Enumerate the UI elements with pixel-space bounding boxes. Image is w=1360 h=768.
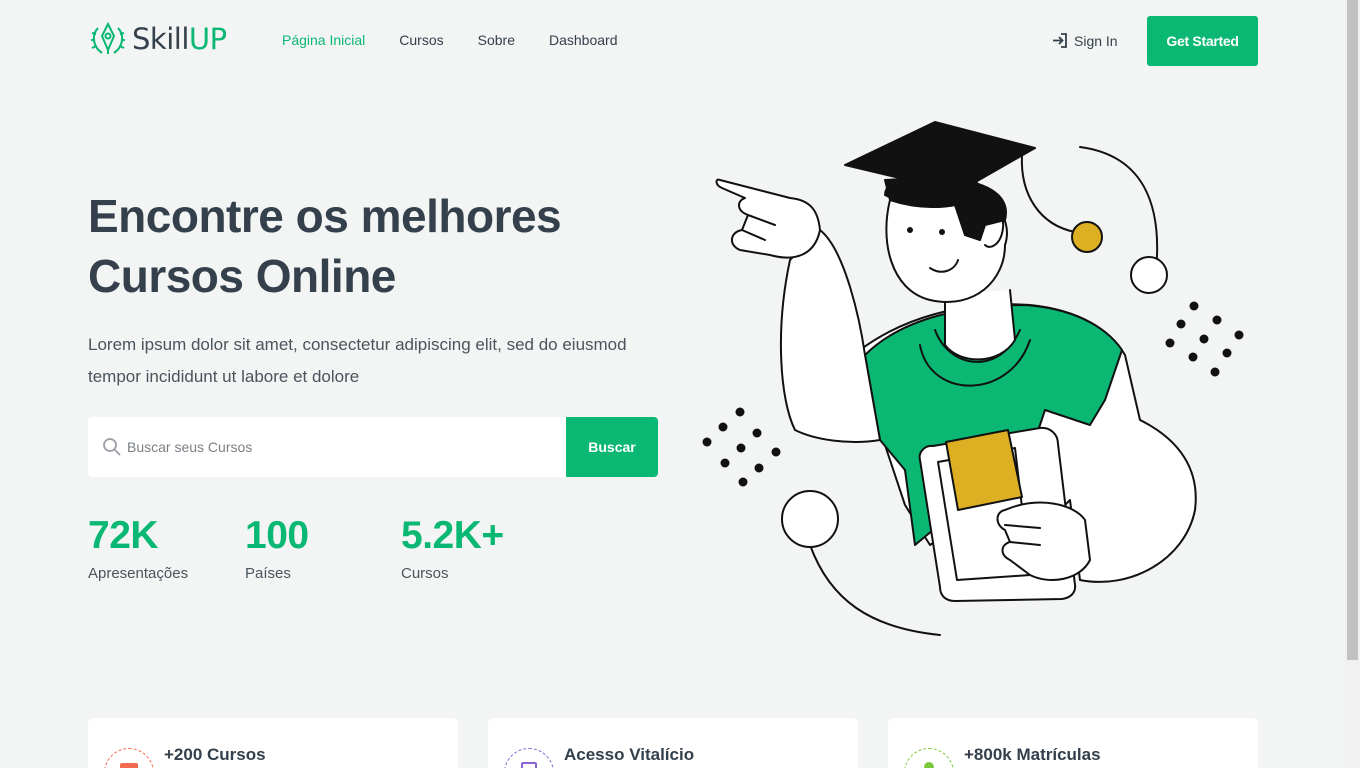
hero-subtitle: Lorem ipsum dolor sit amet, consectetur … (88, 335, 627, 386)
search-input[interactable] (127, 417, 557, 477)
sign-in-label: Sign In (1074, 32, 1118, 49)
feature-card-cursos: +200 Cursos (88, 718, 458, 768)
laurel-pen-icon (91, 21, 125, 54)
stat-value: 100 (245, 514, 309, 557)
course-icon (104, 748, 154, 768)
stat-label: Apresentações (88, 565, 189, 582)
hero-title-line1: Encontre os melhores (88, 190, 562, 242)
nav-item-dashboard[interactable]: Dashboard (549, 32, 618, 48)
hero-title-line2: Cursos Online (88, 250, 396, 302)
search-box: Buscar (88, 417, 658, 477)
stat-apresentacoes: 72K Apresentações (88, 512, 238, 582)
stat-value: 5.2K+ (401, 514, 504, 557)
logo-text: SkillUP (132, 22, 227, 56)
scrollbar-thumb[interactable] (1347, 0, 1358, 660)
main-nav: Página Inicial Cursos Sobre Dashboard (282, 32, 652, 48)
stat-value: 72K (88, 514, 159, 557)
graduate-student-illustration (702, 121, 1244, 636)
nav-item-cursos[interactable]: Cursos (399, 32, 443, 48)
stat-label: Cursos (401, 565, 449, 582)
site-header: SkillUP Página Inicial Cursos Sobre Dash… (0, 0, 1345, 82)
logo[interactable]: SkillUP (88, 20, 227, 58)
feature-title: Acesso Vitalício (564, 745, 695, 764)
logo-text-accent: UP (188, 22, 227, 56)
feature-card-matriculas: +800k Matrículas (888, 718, 1258, 768)
get-started-button[interactable]: Get Started (1147, 16, 1258, 66)
search-icon (103, 438, 121, 456)
sign-in-icon (1053, 33, 1067, 48)
sign-in-link[interactable]: Sign In (1052, 32, 1118, 49)
search-button[interactable]: Buscar (566, 417, 658, 477)
page-scrollbar[interactable] (1345, 0, 1360, 768)
feature-card-acesso: Acesso Vitalício (488, 718, 858, 768)
stat-paises: 100 Países (245, 512, 395, 582)
briefcase-icon (504, 748, 554, 768)
user-icon (904, 748, 954, 768)
logo-text-main: Skill (132, 22, 189, 56)
feature-title: +200 Cursos (164, 745, 266, 764)
hero-title: Encontre os melhores Cursos Online (88, 186, 648, 306)
nav-item-sobre[interactable]: Sobre (478, 32, 515, 48)
stat-cursos: 5.2K+ Cursos (401, 512, 551, 582)
stat-label: Países (245, 565, 291, 582)
nav-item-pagina-inicial[interactable]: Página Inicial (282, 32, 365, 48)
feature-title: +800k Matrículas (964, 745, 1101, 764)
